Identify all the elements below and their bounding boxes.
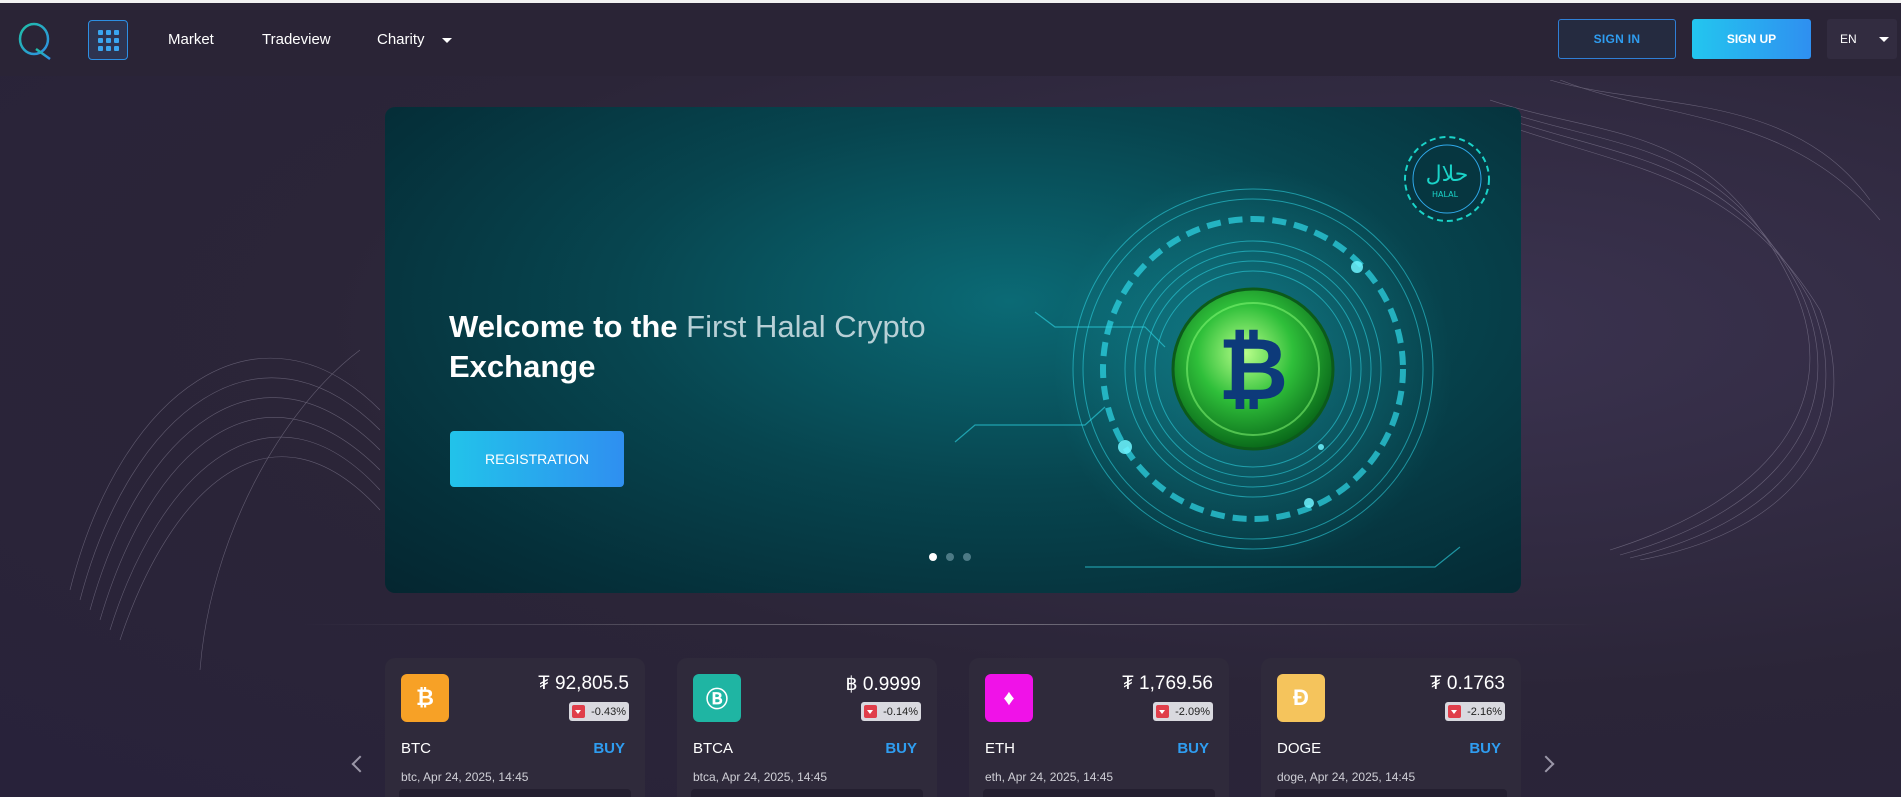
- down-arrow-icon: [1448, 705, 1462, 718]
- down-arrow-icon: [572, 705, 586, 718]
- svg-text:حلال: حلال: [1426, 162, 1469, 187]
- nav-tradeview[interactable]: Tradeview: [262, 31, 331, 48]
- ticker-symbol: BTCA: [693, 740, 734, 757]
- buy-button[interactable]: BUY: [593, 740, 625, 757]
- ticker-timestamp: btca, Apr 24, 2025, 14:45: [693, 770, 828, 784]
- ticker-card-btc[interactable]: ₿ ₮ 92,805.5 -0.43% BTC BUY btc, Apr 24,…: [385, 658, 645, 797]
- ticker-price: ₮ 92,805.5: [538, 673, 629, 694]
- mini-chart: [1275, 789, 1507, 797]
- ticker-timestamp: doge, Apr 24, 2025, 14:45: [1277, 770, 1416, 784]
- ethereum-icon: ♦: [985, 674, 1033, 722]
- grid-dot: [97, 37, 103, 43]
- ticker-change-value: -0.43%: [591, 705, 626, 718]
- dogecoin-icon: Đ: [1277, 674, 1325, 722]
- hero-title: Welcome to the First Halal Crypto Exchan…: [449, 307, 1009, 387]
- sign-up-button[interactable]: SIGN UP: [1692, 19, 1811, 59]
- mini-chart: [691, 789, 923, 797]
- buy-button[interactable]: BUY: [1177, 740, 1209, 757]
- registration-button[interactable]: REGISTRATION: [450, 431, 624, 487]
- ticker-price: ₮ 0.1763: [1430, 673, 1505, 694]
- grid-dot: [97, 29, 103, 35]
- hero-banner[interactable]: ₿ حلال HALAL Welcome to the First Halal …: [385, 107, 1521, 593]
- bitcoin-icon: ₿: [401, 674, 449, 722]
- ticker-card-eth[interactable]: ♦ ₮ 1,769.56 -2.09% ETH BUY eth, Apr 24,…: [969, 658, 1229, 797]
- ticker-change-value: -2.09%: [1175, 705, 1210, 718]
- btca-icon: Ⓑ: [693, 674, 741, 722]
- decorative-wave-left: [69, 349, 381, 670]
- nav-charity[interactable]: Charity: [377, 31, 425, 48]
- hero-title-part1: Welcome to the: [449, 309, 687, 344]
- q-logo-icon[interactable]: [16, 21, 54, 61]
- language-label: EN: [1840, 32, 1857, 46]
- grid-dot: [97, 45, 103, 51]
- chevron-down-icon: [1879, 37, 1889, 42]
- buy-button[interactable]: BUY: [1469, 740, 1501, 757]
- grid-dot: [113, 37, 119, 43]
- ticker-price: ฿ 0.9999: [845, 674, 921, 695]
- ticker-symbol: DOGE: [1277, 740, 1322, 757]
- carousel-dot-3[interactable]: [963, 553, 971, 561]
- mini-chart: [983, 789, 1215, 797]
- ticker-change: -0.14%: [861, 702, 921, 721]
- ticker-change: -2.09%: [1153, 702, 1213, 721]
- carousel-dot-2[interactable]: [946, 553, 954, 561]
- ticker-card-btca[interactable]: Ⓑ ฿ 0.9999 -0.14% BTCA BUY btca, Apr 24,…: [677, 658, 937, 797]
- ticker-card-doge[interactable]: Đ ₮ 0.1763 -2.16% DOGE BUY doge, Apr 24,…: [1261, 658, 1521, 797]
- language-select[interactable]: EN: [1827, 19, 1897, 59]
- grid-dot: [113, 29, 119, 35]
- grid-dot: [105, 29, 111, 35]
- decorative-wave-right: [1490, 80, 1881, 560]
- hero-title-part3: Exchange: [449, 349, 596, 384]
- grid-dot: [105, 37, 111, 43]
- ticker-timestamp: eth, Apr 24, 2025, 14:45: [985, 770, 1114, 784]
- mini-chart: [399, 789, 631, 797]
- apps-grid-button[interactable]: [88, 20, 128, 60]
- ticker-change: -0.43%: [569, 702, 629, 721]
- hero-title-part2: First Halal Crypto: [686, 309, 926, 344]
- section-divider: [300, 624, 1600, 625]
- grid-dot: [113, 45, 119, 51]
- ticker-price: ₮ 1,769.56: [1122, 673, 1213, 694]
- down-arrow-icon: [1156, 705, 1170, 718]
- down-arrow-icon: [864, 705, 878, 718]
- carousel-dots: [929, 553, 971, 561]
- ticker-change: -2.16%: [1445, 702, 1505, 721]
- halal-badge-text: HALAL: [1432, 190, 1459, 199]
- sign-in-button[interactable]: SIGN IN: [1558, 19, 1676, 59]
- ticker-change-value: -2.16%: [1467, 705, 1502, 718]
- ticker-symbol: BTC: [401, 740, 431, 757]
- top-navbar: Market Tradeview Charity SIGN IN SIGN UP…: [0, 3, 1901, 76]
- carousel-dot-1[interactable]: [929, 553, 937, 561]
- ticker-timestamp: btc, Apr 24, 2025, 14:45: [401, 770, 529, 784]
- chevron-down-icon[interactable]: [442, 38, 452, 43]
- svg-text:₿: ₿: [1218, 320, 1288, 420]
- ticker-change-value: -0.14%: [883, 705, 918, 718]
- nav-market[interactable]: Market: [168, 31, 214, 48]
- grid-dot: [105, 45, 111, 51]
- ticker-symbol: ETH: [985, 740, 1015, 757]
- buy-button[interactable]: BUY: [885, 740, 917, 757]
